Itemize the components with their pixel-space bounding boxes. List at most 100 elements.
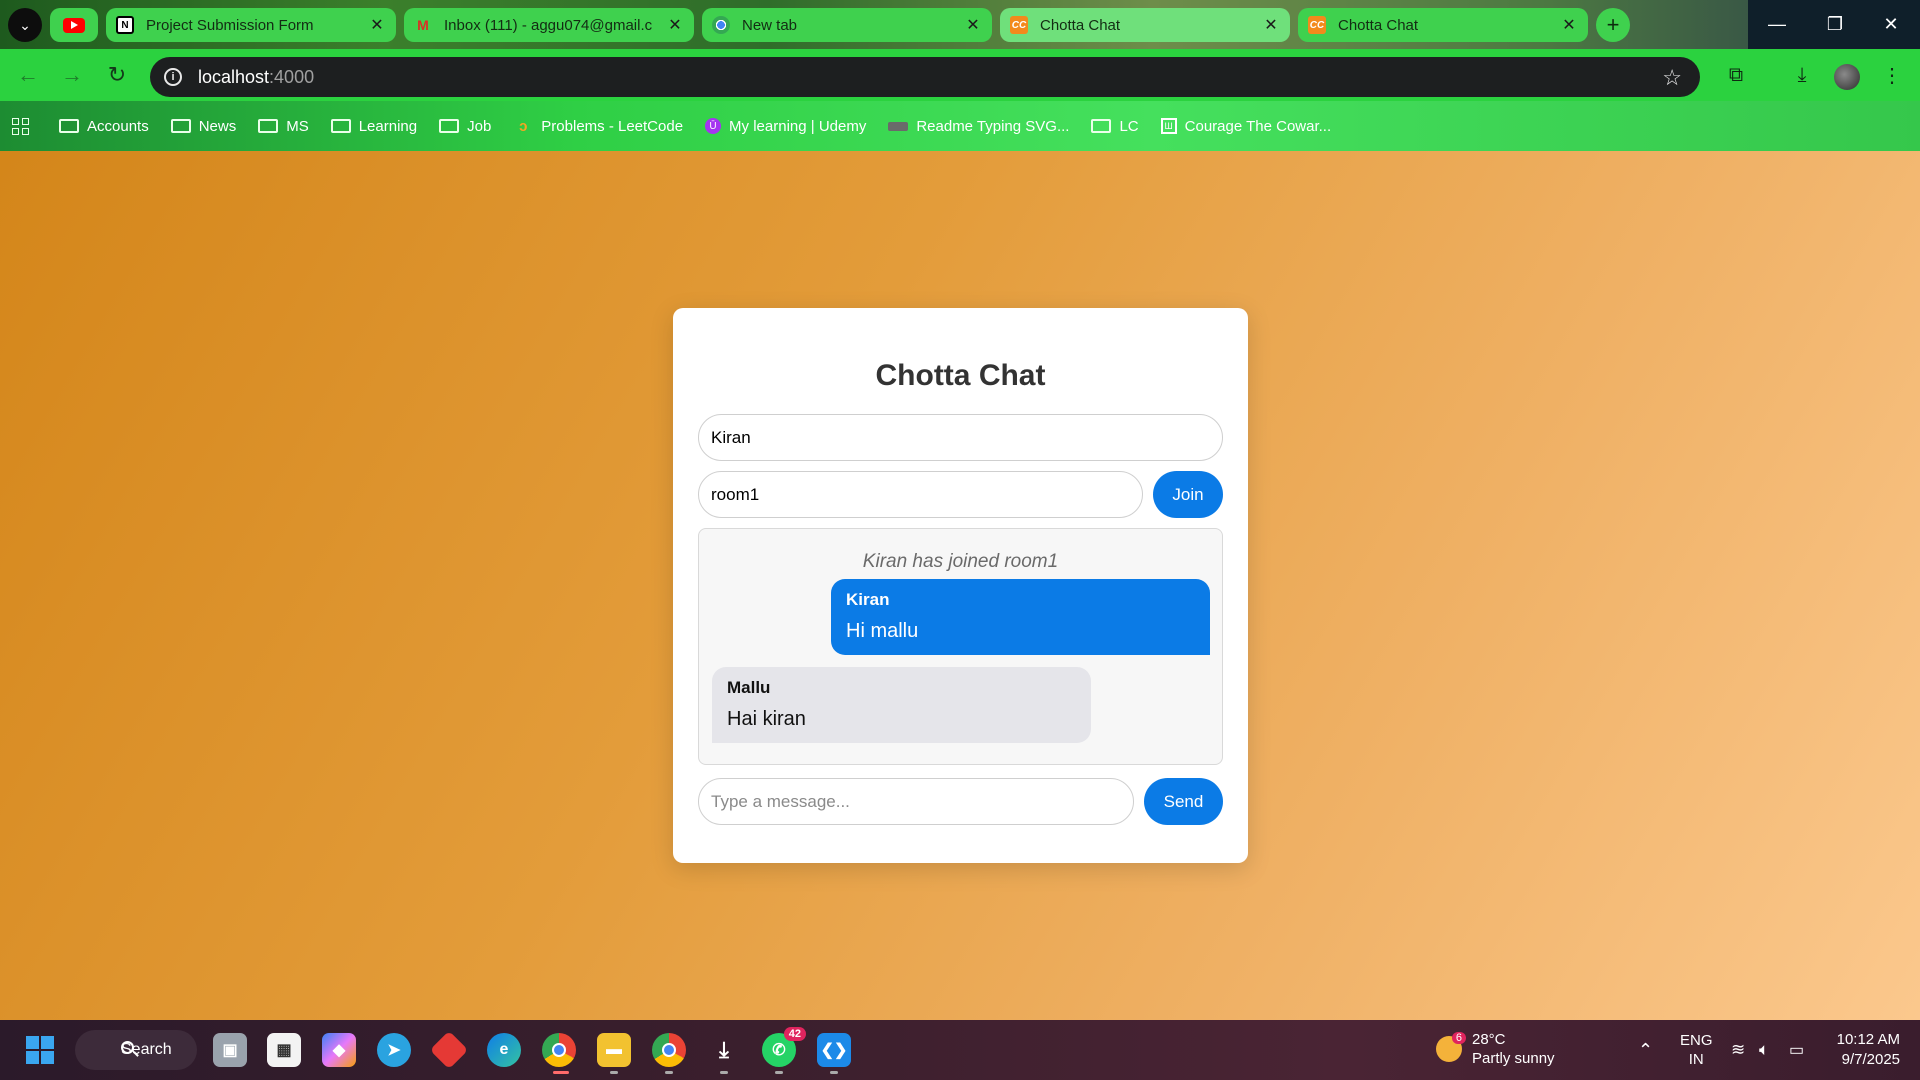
close-icon[interactable]: ✕ bbox=[666, 15, 684, 35]
bookmark-leetcode[interactable]: ↄ Problems - LeetCode bbox=[513, 118, 683, 135]
close-window-icon[interactable]: ✕ bbox=[1862, 0, 1920, 49]
message-bubble-other: Mallu Hai kiran bbox=[712, 667, 1091, 743]
tab-title: New tab bbox=[742, 16, 798, 34]
tab-title: Chotta Chat bbox=[1338, 16, 1419, 34]
bookmark-label: Problems - LeetCode bbox=[541, 117, 684, 135]
tab-search-chevron-icon[interactable]: ⌄ bbox=[8, 8, 42, 42]
forward-arrow-icon[interactable]: → bbox=[54, 57, 90, 93]
task-view-icon[interactable]: ▣ bbox=[213, 1033, 247, 1067]
folder-icon bbox=[258, 119, 279, 133]
send-button[interactable]: Send bbox=[1144, 778, 1223, 825]
copilot-icon[interactable]: ◆ bbox=[322, 1033, 356, 1067]
folder-icon bbox=[59, 119, 79, 133]
messages-panel[interactable]: Kiran has joined room1 Kiran Hi mallu Ma… bbox=[698, 528, 1223, 765]
address-url: localhost:4000 bbox=[198, 67, 314, 88]
volume-icon[interactable]: 🔈︎ bbox=[1759, 1020, 1769, 1080]
edge-icon[interactable]: e bbox=[487, 1033, 521, 1067]
tab-chotta-chat[interactable]: CC Chotta Chat ✕ bbox=[1298, 8, 1588, 42]
room-input[interactable]: room1 bbox=[698, 471, 1143, 518]
building-icon: Ш bbox=[1160, 118, 1177, 134]
chrome-profile-icon[interactable] bbox=[652, 1033, 686, 1067]
pinned-tab-youtube[interactable] bbox=[50, 8, 98, 42]
folder-icon bbox=[439, 119, 460, 133]
site-info-icon[interactable]: i bbox=[164, 68, 182, 86]
address-bar[interactable]: i localhost:4000 ☆ bbox=[150, 57, 1700, 97]
bookmark-label: LC bbox=[1119, 117, 1139, 135]
partly-sunny-icon: 6 bbox=[1436, 1032, 1466, 1062]
bookmark-label: Job bbox=[467, 117, 492, 135]
telegram-icon[interactable]: ➤ bbox=[377, 1033, 411, 1067]
tab-project-submission[interactable]: N Project Submission Form ✕ bbox=[106, 8, 396, 42]
bookmark-readme-typing[interactable]: Readme Typing SVG... bbox=[888, 118, 1069, 135]
restore-icon[interactable]: ❐ bbox=[1806, 0, 1864, 49]
whatsapp-icon[interactable]: ✆ 42 bbox=[762, 1027, 806, 1067]
bookmark-label: Readme Typing SVG... bbox=[916, 117, 1070, 135]
bookmark-star-icon[interactable]: ☆ bbox=[1662, 65, 1682, 91]
active-app-indicator bbox=[553, 1071, 569, 1074]
windows-taskbar: Search ▣ ▦ ◆ ➤ e ▬ ⤓ ✆ 42 ❮❯ 6 28°C Partl… bbox=[0, 1020, 1920, 1080]
battery-icon[interactable]: ▭ bbox=[1789, 1020, 1804, 1080]
git-app-icon[interactable] bbox=[429, 1030, 469, 1070]
chrome-taskbar-icon[interactable] bbox=[542, 1033, 576, 1067]
name-input[interactable]: Kiran bbox=[698, 414, 1223, 461]
url-host: localhost bbox=[198, 66, 270, 87]
download-icon[interactable]: ⤓ bbox=[1788, 61, 1816, 89]
close-icon[interactable]: ✕ bbox=[1560, 15, 1578, 35]
bookmark-lc[interactable]: LC bbox=[1091, 117, 1139, 135]
running-indicator bbox=[610, 1071, 618, 1074]
extensions-icon[interactable]: ⧉ bbox=[1722, 61, 1750, 89]
bookmark-job[interactable]: Job bbox=[439, 118, 491, 135]
wifi-icon[interactable]: ≋ bbox=[1731, 1020, 1745, 1080]
chotta-chat-icon: CC bbox=[1308, 16, 1326, 34]
bookmark-label: Accounts bbox=[87, 117, 149, 135]
tab-new-tab[interactable]: New tab ✕ bbox=[702, 8, 992, 42]
microsoft-store-icon[interactable]: ▦ bbox=[267, 1033, 301, 1067]
bookmark-learning[interactable]: Learning bbox=[330, 118, 417, 135]
close-icon[interactable]: ✕ bbox=[368, 15, 386, 35]
windows-start-icon[interactable] bbox=[26, 1036, 54, 1064]
message-input[interactable]: Type a message... bbox=[698, 778, 1134, 825]
bookmark-label: MS bbox=[286, 117, 309, 135]
message-sender: Kiran bbox=[846, 590, 890, 609]
language-indicator[interactable]: ENG IN bbox=[1680, 1020, 1713, 1080]
weather-widget[interactable]: 6 28°C Partly sunny bbox=[1436, 1030, 1555, 1068]
bookmark-accounts[interactable]: Accounts bbox=[59, 118, 149, 135]
tab-gmail-inbox[interactable]: M Inbox (111) - aggu074@gmail.c ✕ bbox=[404, 8, 694, 42]
system-clock[interactable]: 10:12 AM 9/7/2025 bbox=[1830, 1030, 1900, 1070]
minimize-icon[interactable]: — bbox=[1748, 0, 1806, 49]
file-explorer-icon[interactable]: ▬ bbox=[597, 1033, 631, 1067]
apps-grid-icon[interactable] bbox=[12, 117, 29, 135]
close-icon[interactable]: ✕ bbox=[1262, 15, 1280, 35]
message-sender: Mallu bbox=[727, 678, 771, 697]
tab-title: Chotta Chat bbox=[1040, 16, 1121, 34]
bookmark-ms[interactable]: MS bbox=[258, 118, 309, 135]
downloads-tray-icon[interactable]: ⤓ bbox=[707, 1033, 741, 1067]
tab-chotta-chat-active[interactable]: CC Chotta Chat ✕ bbox=[1000, 8, 1290, 42]
weather-temp: 28°C bbox=[1472, 1031, 1506, 1048]
taskbar-search[interactable]: Search bbox=[75, 1030, 197, 1070]
search-icon bbox=[121, 1041, 134, 1054]
show-hidden-icons-chevron-icon[interactable]: ⌃ bbox=[1638, 1020, 1653, 1080]
bookmark-label: News bbox=[198, 117, 237, 135]
clock-date: 9/7/2025 bbox=[1841, 1051, 1900, 1068]
clock-time: 10:12 AM bbox=[1836, 1031, 1900, 1048]
browser-tab-strip: ⌄ N Project Submission Form ✕ M Inbox (1… bbox=[0, 0, 1920, 49]
reload-icon[interactable]: ↻ bbox=[99, 57, 135, 93]
new-tab-button[interactable]: + bbox=[1596, 8, 1630, 42]
weather-desc: Partly sunny bbox=[1472, 1050, 1555, 1067]
running-indicator bbox=[830, 1071, 838, 1074]
bookmark-udemy[interactable]: Ū My learning | Udemy bbox=[705, 118, 866, 135]
profile-avatar[interactable] bbox=[1834, 64, 1860, 90]
running-indicator bbox=[665, 1071, 673, 1074]
bookmark-courage[interactable]: Ш Courage The Cowar... bbox=[1160, 118, 1331, 135]
tab-title: Project Submission Form bbox=[146, 16, 314, 34]
back-arrow-icon[interactable]: ← bbox=[10, 57, 46, 93]
notion-icon: N bbox=[116, 16, 134, 34]
bookmark-news[interactable]: News bbox=[170, 117, 237, 135]
leetcode-icon: ↄ bbox=[519, 117, 528, 135]
chat-card: Chotta Chat Kiran room1 Join Kiran has j… bbox=[673, 308, 1248, 863]
menu-kebab-icon[interactable]: ⋮ bbox=[1878, 61, 1906, 89]
vscode-icon[interactable]: ❮❯ bbox=[817, 1033, 851, 1067]
close-icon[interactable]: ✕ bbox=[964, 15, 982, 35]
join-button[interactable]: Join bbox=[1153, 471, 1223, 518]
